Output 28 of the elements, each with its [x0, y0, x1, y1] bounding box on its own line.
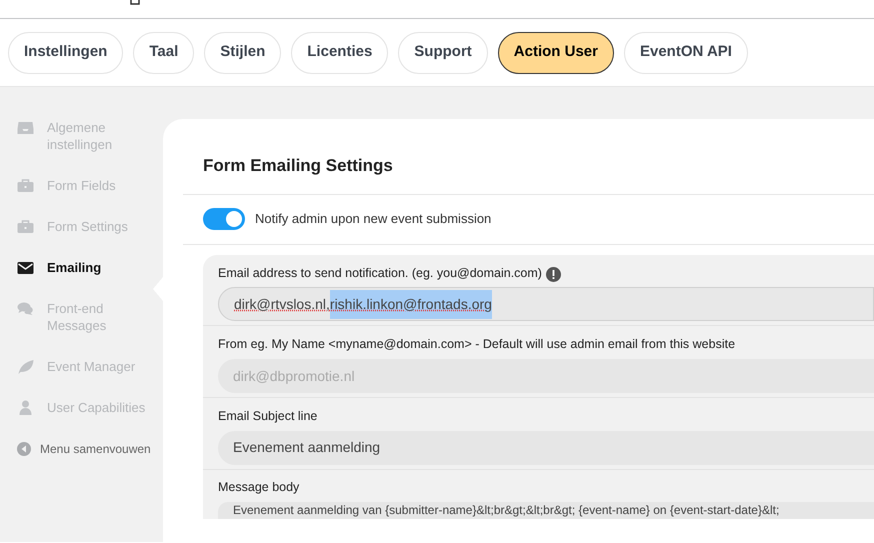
field-label: From eg. My Name <myname@domain.com> - Default will use admin email from this website [218, 336, 736, 354]
input-field[interactable]: Evenement aanmelding van {submitter-name}&lt;br&gt;&lt;br&gt; {event-name} on {event-start-date}&lt; [218, 502, 874, 518]
toggle-switch[interactable] [203, 208, 245, 230]
tab[interactable]: Support [398, 32, 488, 74]
field-label: Email Subject line [218, 408, 318, 425]
inbox-icon [17, 120, 34, 136]
tab[interactable]: Stijlen [204, 32, 282, 74]
user-icon [17, 400, 34, 416]
section-title: Form Emailing Settings [183, 119, 874, 194]
briefcase-icon [17, 178, 34, 194]
briefcase-icon [17, 219, 34, 235]
input-field[interactable]: Evenement aanmelding [218, 430, 874, 465]
tab[interactable]: Action User [498, 32, 614, 74]
field-label: Email address to send notification. (eg. you@domain.com) [218, 264, 542, 282]
toggle-label: Notify admin upon new event submission [255, 210, 492, 228]
envelope-icon [17, 260, 34, 276]
input-field[interactable]: dirk@rtvslos.nl,rishik.linkon@frontads.org [218, 287, 874, 322]
left-arrow-circle-icon [17, 442, 31, 456]
collapse-menu-button[interactable]: Menu samenvouwen [0, 440, 163, 458]
field-label: Message body [218, 478, 300, 496]
info-icon [546, 266, 561, 282]
sidebar-item[interactable]: Emailing [0, 259, 163, 276]
tab[interactable]: Licenties [291, 32, 388, 74]
leaf-icon [17, 359, 34, 375]
tab[interactable]: Instellingen [8, 32, 124, 74]
tab[interactable]: EventON API [624, 32, 748, 74]
speech-bubbles-icon [17, 301, 34, 317]
tab[interactable]: Taal [133, 32, 194, 74]
